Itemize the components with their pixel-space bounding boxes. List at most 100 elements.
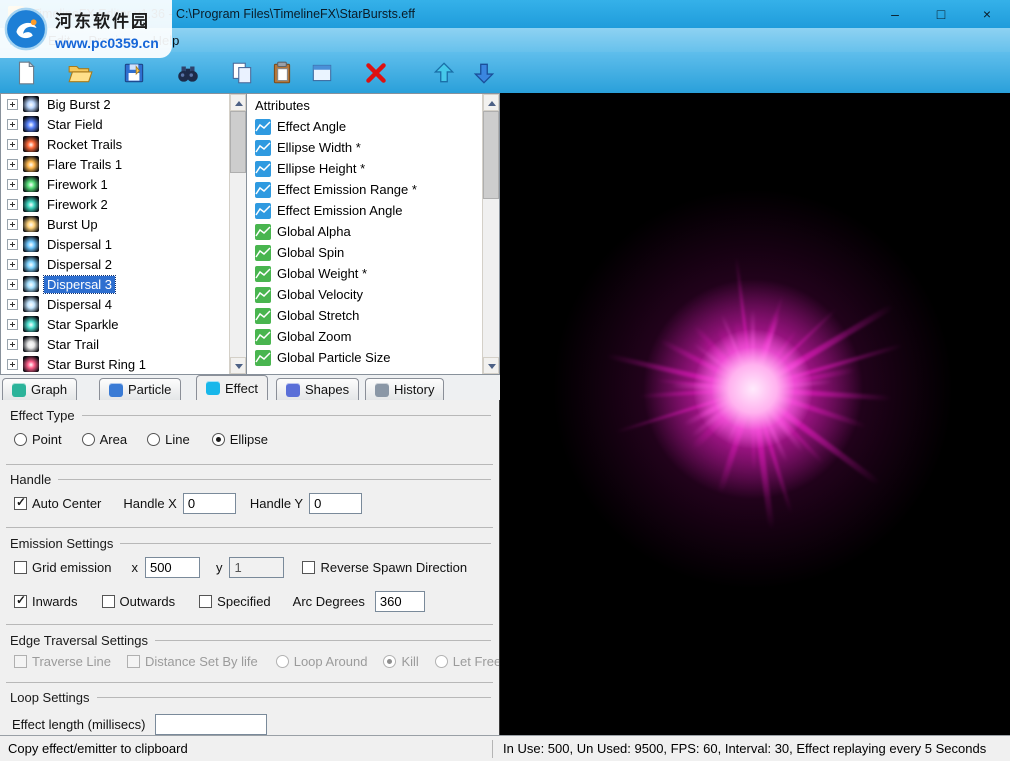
scroll-down-icon[interactable] [483,357,499,374]
expander-icon[interactable] [7,219,18,230]
tab-history[interactable]: History [365,378,444,400]
attribute-global-particle-size[interactable]: Global Particle Size [247,347,499,368]
tree-item-rocket-trails[interactable]: Rocket Trails [1,134,246,154]
attribute-global-alpha[interactable]: Global Alpha [247,221,499,242]
tree-item-burst-up[interactable]: Burst Up [1,214,246,234]
auto-center-checkbox[interactable] [14,497,27,510]
attributes-scroll-thumb[interactable] [483,111,499,199]
clone-window-icon [309,60,335,86]
line-radio[interactable] [147,433,160,446]
tree-scroll-thumb[interactable] [230,111,246,173]
distance-set-by-life-checkbox[interactable] [127,655,140,668]
expander-icon[interactable] [7,339,18,350]
attribute-ellipse-width[interactable]: Ellipse Width * [247,137,499,158]
reverse-spawn-checkbox[interactable] [302,561,315,574]
expander-icon[interactable] [7,139,18,150]
expander-icon[interactable] [7,159,18,170]
effect-thumbnail-icon [23,256,39,272]
maximize-button[interactable]: □ [918,0,964,28]
tab-graph[interactable]: Graph [2,378,77,400]
scroll-up-icon[interactable] [483,94,499,111]
tab-shapes[interactable]: Shapes [276,378,359,400]
arc-degrees-input[interactable] [375,591,425,612]
tree-item-star-sparkle[interactable]: Star Sparkle [1,314,246,334]
effect-thumbnail-icon [23,196,39,212]
expander-icon[interactable] [7,239,18,250]
expander-icon[interactable] [7,199,18,210]
save-button[interactable] [114,55,154,91]
handle-x-input[interactable] [183,493,236,514]
attribute-effect-emission-range[interactable]: Effect Emission Range * [247,179,499,200]
ellipse-radio[interactable] [212,433,225,446]
tree-item-big-burst-2[interactable]: Big Burst 2 [1,94,246,114]
copy-button[interactable] [222,55,262,91]
let-free-radio[interactable] [435,655,448,668]
attributes-scrollbar[interactable] [482,94,499,374]
tree-item-flare-trails-1[interactable]: Flare Trails 1 [1,154,246,174]
new-button[interactable] [6,55,46,91]
outwards-checkbox[interactable] [102,595,115,608]
move-up-button[interactable] [424,55,464,91]
effect-thumbnail-icon [23,176,39,192]
expander-icon[interactable] [7,359,18,370]
delete-x-icon [363,60,389,86]
grid-x-input[interactable] [145,557,200,578]
tree-item-firework-1[interactable]: Firework 1 [1,174,246,194]
toolbar [0,52,1010,93]
tab-effect[interactable]: Effect [196,375,268,400]
minimize-button[interactable]: – [872,0,918,28]
graph-attribute-icon [255,329,271,345]
tree-scrollbar[interactable] [229,94,246,374]
preview-button[interactable] [168,55,208,91]
expander-icon[interactable] [7,319,18,330]
specified-checkbox[interactable] [199,595,212,608]
expander-icon[interactable] [7,259,18,270]
tab-particle[interactable]: Particle [99,378,181,400]
attribute-ellipse-height[interactable]: Ellipse Height * [247,158,499,179]
effect-thumbnail-icon [23,136,39,152]
expander-icon[interactable] [7,99,18,110]
paste-button[interactable] [262,55,302,91]
open-button[interactable] [60,55,100,91]
handle-y-input[interactable] [309,493,362,514]
tree-item-dispersal-4[interactable]: Dispersal 4 [1,294,246,314]
attribute-global-spin[interactable]: Global Spin [247,242,499,263]
close-button[interactable]: × [964,0,1010,28]
delete-button[interactable] [356,55,396,91]
point-radio[interactable] [14,433,27,446]
expander-icon[interactable] [7,279,18,290]
scroll-up-icon[interactable] [230,94,246,111]
tree-item-dispersal-2[interactable]: Dispersal 2 [1,254,246,274]
attribute-global-velocity[interactable]: Global Velocity [247,284,499,305]
attribute-global-zoom[interactable]: Global Zoom [247,326,499,347]
emission-row-2: Inwards Outwards Specified Arc Degrees [14,591,425,612]
clone-button[interactable] [302,55,342,91]
tree-item-star-burst-ring-1[interactable]: Star Burst Ring 1 [1,354,246,374]
grid-emission-checkbox[interactable] [14,561,27,574]
effect-type-options: Point Area Line Ellipse [14,432,268,447]
inwards-checkbox[interactable] [14,595,27,608]
tree-item-dispersal-3[interactable]: Dispersal 3 [1,274,246,294]
kill-radio[interactable] [383,655,396,668]
tree-item-star-trail[interactable]: Star Trail [1,334,246,354]
area-radio[interactable] [82,433,95,446]
tree-item-star-field[interactable]: Star Field [1,114,246,134]
traverse-line-checkbox[interactable] [14,655,27,668]
loop-around-radio[interactable] [276,655,289,668]
tree-item-dispersal-1[interactable]: Dispersal 1 [1,234,246,254]
scroll-down-icon[interactable] [230,357,246,374]
graph-attribute-icon [255,140,271,156]
expander-icon[interactable] [7,179,18,190]
attribute-global-weight[interactable]: Global Weight * [247,263,499,284]
expander-icon[interactable] [7,299,18,310]
particle-preview[interactable] [500,93,1010,735]
attribute-effect-angle[interactable]: Effect Angle [247,116,499,137]
effect-length-input[interactable] [155,714,267,735]
grid-y-input[interactable] [229,557,284,578]
emission-row-1: Grid emission x y Reverse Spawn Directio… [14,557,467,578]
expander-icon[interactable] [7,119,18,130]
attribute-global-stretch[interactable]: Global Stretch [247,305,499,326]
attribute-effect-emission-angle[interactable]: Effect Emission Angle [247,200,499,221]
move-down-button[interactable] [464,55,504,91]
tree-item-firework-2[interactable]: Firework 2 [1,194,246,214]
